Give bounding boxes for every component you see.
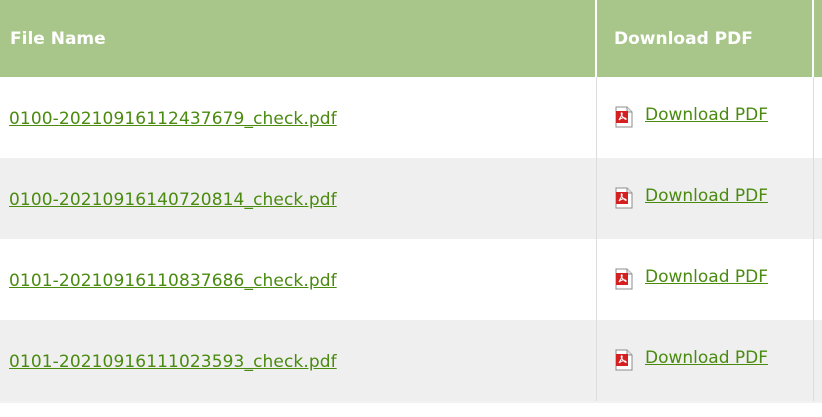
download-pdf-link-group[interactable]: Download PDF [614,105,768,128]
table-header-row: File Name Download PDF [0,0,822,77]
download-pdf-link-group[interactable]: Download PDF [614,267,768,290]
file-name-cell: 0100-20210916112437679_check.pdf [0,77,597,158]
table-row: 0101-20210916111023593_check.pdf Downloa… [0,320,822,401]
download-pdf-link[interactable]: Download PDF [645,348,768,368]
file-name-link[interactable]: 0100-20210916140720814_check.pdf [9,190,337,210]
file-name-link[interactable]: 0101-20210916110837686_check.pdf [9,271,337,291]
extra-cell [814,239,822,320]
download-pdf-link[interactable]: Download PDF [645,186,768,206]
download-cell: Download PDF [597,239,814,320]
file-name-link[interactable]: 0100-20210916112437679_check.pdf [9,109,337,129]
table-row: 0101-20210916110837686_check.pdf Downloa… [0,239,822,320]
download-pdf-link-group[interactable]: Download PDF [614,186,768,209]
header-extra-column [814,0,822,77]
header-file-name: File Name [0,0,597,77]
download-pdf-link-group[interactable]: Download PDF [614,348,768,371]
download-cell: Download PDF [597,158,814,239]
download-pdf-link[interactable]: Download PDF [645,105,768,125]
file-name-cell: 0100-20210916140720814_check.pdf [0,158,597,239]
file-table: File Name Download PDF 0100-202109161124… [0,0,822,403]
download-pdf-link[interactable]: Download PDF [645,267,768,287]
file-name-cell: 0101-20210916110837686_check.pdf [0,239,597,320]
extra-cell [814,158,822,239]
download-cell: Download PDF [597,77,814,158]
file-name-cell: 0101-20210916111023593_check.pdf [0,320,597,401]
pdf-file-icon [615,349,633,371]
header-download-pdf: Download PDF [597,0,814,77]
download-cell: Download PDF [597,320,814,401]
pdf-file-icon [615,268,633,290]
table-row: 0100-20210916112437679_check.pdf Downloa… [0,77,822,158]
pdf-file-icon [615,187,633,209]
extra-cell [814,320,822,401]
table-bottom-border [0,401,822,403]
table-row: 0100-20210916140720814_check.pdf Downloa… [0,158,822,239]
pdf-file-icon [615,106,633,128]
extra-cell [814,77,822,158]
file-name-link[interactable]: 0101-20210916111023593_check.pdf [9,352,337,372]
